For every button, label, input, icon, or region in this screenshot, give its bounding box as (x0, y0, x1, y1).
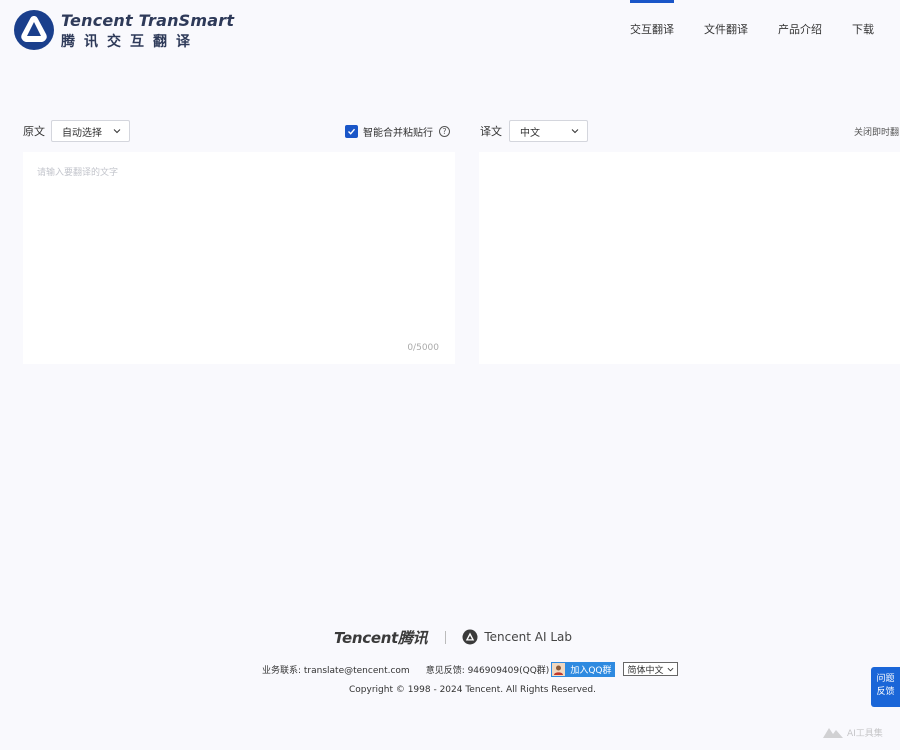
feedback-float-line2: 反馈 (876, 687, 895, 697)
help-icon[interactable]: ? (439, 125, 450, 137)
top-header: Tencent TranSmart 腾讯交互翻译 交互翻译 文件翻译 产品介绍 … (0, 0, 900, 62)
checkmark-icon (348, 128, 356, 135)
close-instant-translate-link[interactable]: 关闭即时翻 (854, 125, 900, 138)
target-toolbar: 译文 中文 (480, 120, 588, 142)
character-counter: 0/5000 (407, 343, 439, 353)
source-label: 原文 (23, 125, 45, 138)
footer-contact-row: 业务联系: translate@tencent.com 意见反馈: 946909… (262, 661, 678, 677)
feedback-contact: 意见反馈: 946909409(QQ群) (425, 665, 550, 676)
nav-download[interactable]: 下载 (852, 0, 874, 62)
source-toolbar: 原文 自动选择 (23, 120, 130, 142)
watermark: AI工具集 (822, 722, 883, 742)
merge-paste-checkbox[interactable] (345, 124, 358, 138)
logo-english-text: Tencent TranSmart (61, 11, 235, 30)
footer-logos: Tencent腾讯 Tencent AI Lab (334, 627, 572, 647)
transmart-logo-icon (14, 10, 54, 50)
chevron-down-icon (667, 667, 673, 671)
ai-lab-label: Tencent AI Lab (484, 630, 572, 644)
merge-paste-option[interactable]: 智能合并粘贴行 ? (345, 124, 450, 139)
join-qq-group-button[interactable]: 加入QQ群 (551, 661, 616, 677)
ai-lab-icon (462, 629, 478, 645)
target-language-select[interactable]: 中文 (509, 120, 588, 142)
chevron-down-icon (113, 129, 121, 134)
logo-chinese-text: 腾讯交互翻译 (61, 34, 199, 50)
chevron-down-icon (571, 129, 579, 134)
nav-interactive-translate[interactable]: 交互翻译 (630, 0, 674, 62)
page-footer: Tencent腾讯 Tencent AI Lab 业务联系: translate… (0, 579, 900, 750)
target-language-value: 中文 (520, 127, 540, 139)
qq-avatar-icon (551, 661, 567, 677)
copyright-text: Copyright © 1998 - 2024 Tencent. All Rig… (349, 685, 597, 695)
watermark-text: AI工具集 (847, 728, 883, 739)
logo-divider (445, 630, 447, 644)
site-language-select[interactable]: 简体中文 (623, 662, 678, 676)
nav-product-intro[interactable]: 产品介绍 (778, 0, 822, 62)
source-language-select[interactable]: 自动选择 (51, 120, 130, 142)
nav-file-translate[interactable]: 文件翻译 (704, 0, 748, 62)
source-language-value: 自动选择 (62, 127, 102, 139)
transmart-logo[interactable]: Tencent TranSmart 腾讯交互翻译 (13, 9, 234, 51)
watermark-icon (823, 728, 843, 738)
business-contact[interactable]: 业务联系: translate@tencent.com (262, 663, 410, 676)
tencent-logo: Tencent腾讯 (334, 628, 428, 647)
source-text-input[interactable] (23, 152, 455, 364)
feedback-float-button[interactable]: 问题 反馈 (871, 667, 900, 707)
feedback-float-line1: 问题 (876, 674, 895, 684)
source-panel: 0/5000 (23, 152, 455, 364)
main-nav: 交互翻译 文件翻译 产品介绍 下载 (600, 0, 874, 62)
target-label: 译文 (480, 125, 502, 138)
target-panel (479, 152, 900, 364)
merge-paste-label: 智能合并粘贴行 (363, 127, 433, 139)
site-language-value: 简体中文 (627, 665, 664, 676)
join-qq-group-label: 加入QQ群 (570, 665, 612, 676)
